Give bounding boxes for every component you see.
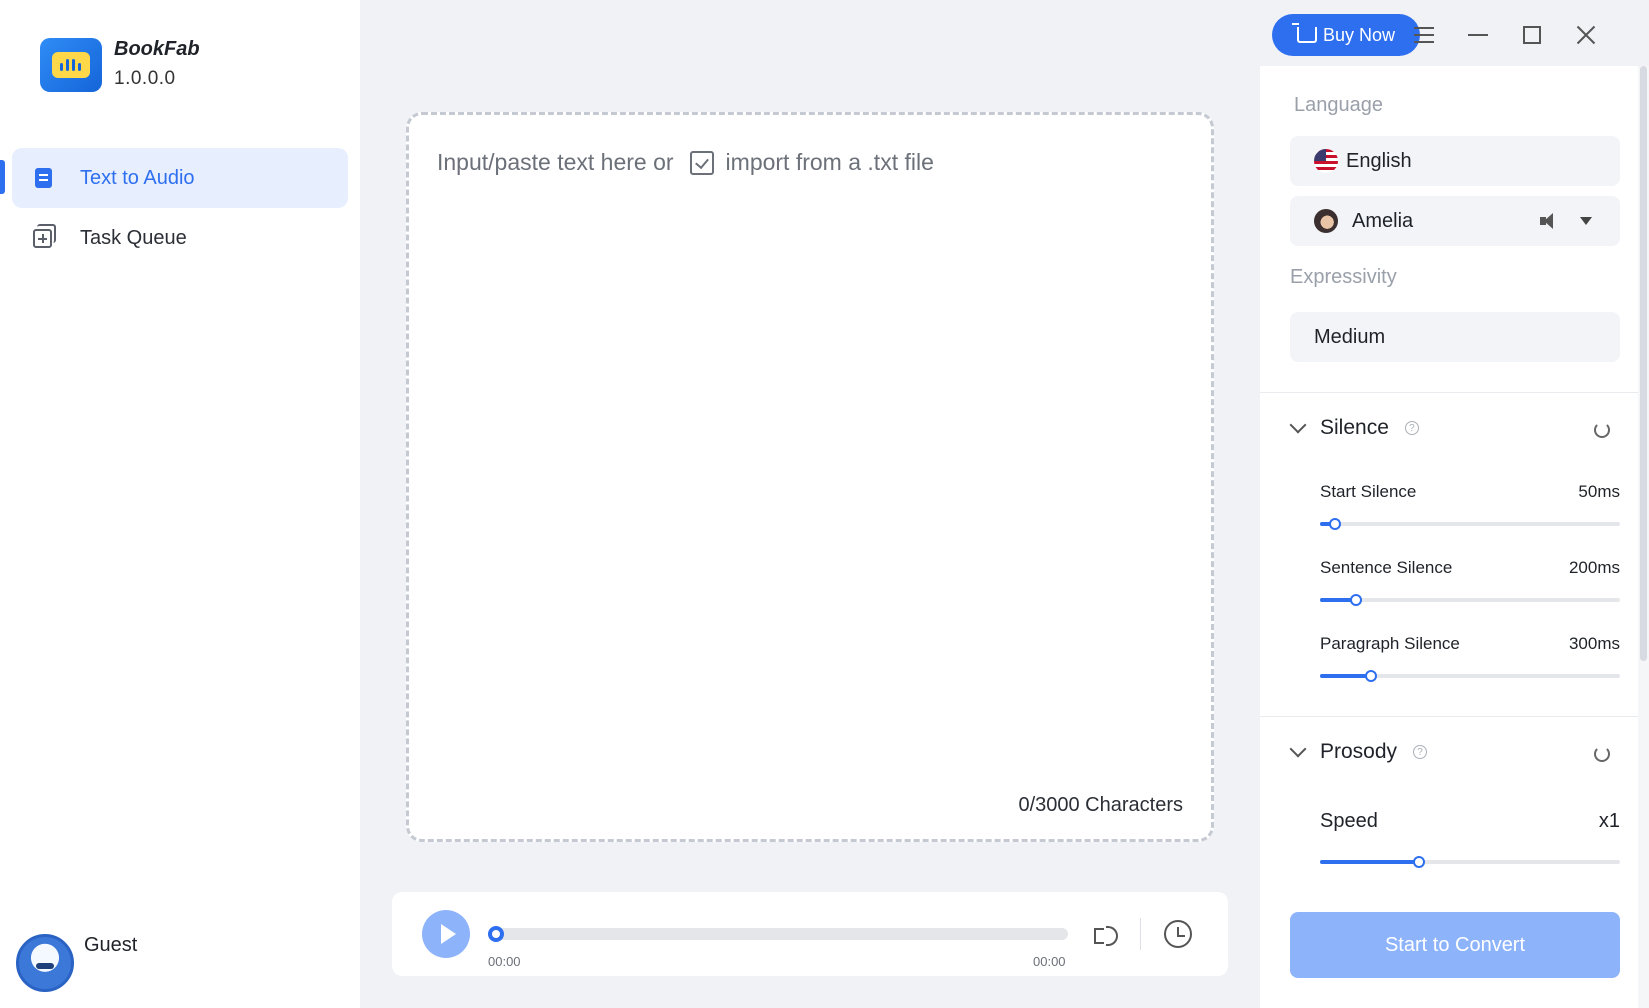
import-txt-link[interactable]: import from a .txt file <box>689 149 934 176</box>
slider-handle[interactable] <box>1413 856 1425 868</box>
cart-icon <box>1291 23 1317 43</box>
import-icon <box>689 150 714 175</box>
speed-label: Speed <box>1320 810 1378 832</box>
scrollbar-thumb[interactable] <box>1640 66 1647 661</box>
help-icon[interactable]: ? <box>1413 745 1428 759</box>
voice-avatar-icon <box>1314 209 1338 233</box>
silence-title: Silence <box>1320 416 1389 439</box>
preview-speaker-icon[interactable] <box>1540 213 1558 229</box>
progress-handle[interactable] <box>488 926 504 942</box>
sidebar-item-label: Task Queue <box>80 226 187 249</box>
voice-select[interactable]: Amelia <box>1290 196 1620 246</box>
expressivity-value: Medium <box>1314 325 1386 348</box>
slider-handle[interactable] <box>1329 518 1341 530</box>
reset-prosody-icon[interactable] <box>1594 746 1610 762</box>
app-logo-icon <box>40 38 102 92</box>
sentence-silence-label: Sentence Silence <box>1320 558 1453 577</box>
start-silence-row: Start Silence 50ms <box>1320 482 1620 502</box>
divider <box>1260 716 1638 717</box>
minimize-button[interactable] <box>1458 16 1498 54</box>
start-silence-value: 50ms <box>1578 482 1620 501</box>
history-clock-icon[interactable] <box>1164 920 1192 948</box>
avatar[interactable] <box>16 934 74 992</box>
volume-icon[interactable] <box>1092 920 1120 948</box>
speed-value: x1 <box>1598 810 1620 832</box>
speed-slider[interactable] <box>1320 856 1620 868</box>
active-indicator <box>0 160 5 194</box>
help-icon[interactable]: ? <box>1404 421 1419 435</box>
silence-section-toggle[interactable]: Silence ? <box>1289 416 1419 440</box>
paragraph-silence-row: Paragraph Silence 300ms <box>1320 634 1620 654</box>
maximize-icon <box>1523 26 1541 44</box>
buy-now-label: Buy Now <box>1322 24 1396 45</box>
chevron-down-icon <box>1289 740 1307 758</box>
expressivity-select[interactable]: Medium <box>1290 312 1620 362</box>
maximize-button[interactable] <box>1512 16 1552 54</box>
slider-handle[interactable] <box>1350 594 1362 606</box>
app-name: BookFab <box>114 38 200 60</box>
character-count: 0/3000 Characters <box>1018 794 1183 816</box>
menu-button[interactable] <box>1404 16 1444 54</box>
user-name[interactable]: Guest <box>84 934 137 957</box>
sentence-silence-value: 200ms <box>1568 558 1620 577</box>
document-icon <box>32 167 54 189</box>
reset-silence-icon[interactable] <box>1594 422 1610 438</box>
us-flag-icon <box>1314 149 1338 173</box>
close-button[interactable] <box>1566 16 1606 54</box>
placeholder-text: Input/paste text here or <box>437 149 674 175</box>
editor-placeholder: Input/paste text here or import from a .… <box>437 149 934 176</box>
start-convert-button[interactable]: Start to Convert <box>1290 912 1620 978</box>
divider <box>1260 392 1638 393</box>
sidebar-item-task-queue[interactable]: Task Queue <box>12 208 348 268</box>
play-button[interactable] <box>422 910 470 958</box>
menu-icon <box>1414 34 1434 36</box>
sentence-silence-slider[interactable] <box>1320 594 1620 606</box>
minimize-icon <box>1468 34 1488 36</box>
settings-scrollbar[interactable] <box>1638 66 1649 1008</box>
text-input-area[interactable]: Input/paste text here or import from a .… <box>406 112 1214 842</box>
current-time: 00:00 <box>488 954 521 969</box>
voice-value: Amelia <box>1352 209 1414 232</box>
import-label: import from a .txt file <box>725 149 934 175</box>
start-silence-slider[interactable] <box>1320 518 1620 530</box>
divider <box>1140 918 1141 950</box>
prosody-title: Prosody <box>1320 740 1398 763</box>
audio-player: 00:00 00:00 <box>392 892 1228 976</box>
queue-icon <box>32 224 56 249</box>
language-value: English <box>1346 149 1412 172</box>
sidebar-item-text-to-audio[interactable]: Text to Audio <box>12 148 348 208</box>
language-select[interactable]: English <box>1290 136 1620 186</box>
buy-now-button[interactable]: Buy Now <box>1272 14 1420 56</box>
sidebar: BookFab 1.0.0.0 Text to Audio Task Queue… <box>0 0 360 1008</box>
app-version: 1.0.0.0 <box>114 68 176 89</box>
slider-handle[interactable] <box>1365 670 1377 682</box>
settings-panel: Language English Amelia Expressivity Med… <box>1260 66 1638 1008</box>
paragraph-silence-label: Paragraph Silence <box>1320 634 1460 653</box>
start-silence-label: Start Silence <box>1320 482 1417 501</box>
sidebar-item-label: Text to Audio <box>80 166 195 189</box>
language-title: Language <box>1294 94 1383 116</box>
progress-track[interactable] <box>488 928 1068 940</box>
close-icon <box>1576 25 1596 45</box>
sentence-silence-row: Sentence Silence 200ms <box>1320 558 1620 578</box>
chevron-down-icon <box>1289 416 1307 434</box>
expressivity-title: Expressivity <box>1290 266 1397 288</box>
speed-row: Speed x1 <box>1320 810 1620 833</box>
total-time: 00:00 <box>1033 954 1066 969</box>
paragraph-silence-value: 300ms <box>1568 634 1620 653</box>
paragraph-silence-slider[interactable] <box>1320 670 1620 682</box>
prosody-section-toggle[interactable]: Prosody ? <box>1289 740 1428 764</box>
chevron-down-icon[interactable] <box>1580 217 1592 225</box>
